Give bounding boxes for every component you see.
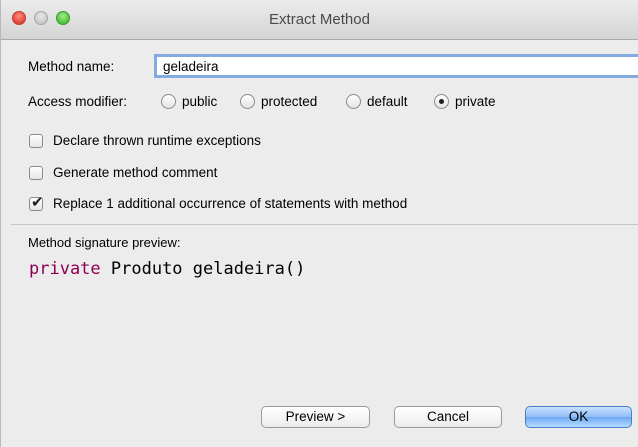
method-name-input[interactable] bbox=[154, 54, 638, 78]
ok-button[interactable]: OK bbox=[525, 406, 632, 428]
cancel-button[interactable]: Cancel bbox=[394, 406, 502, 428]
radio-default[interactable] bbox=[346, 94, 361, 109]
signature-preview: private Produto geladeira() bbox=[29, 259, 305, 279]
method-name-label: Method name: bbox=[28, 59, 115, 74]
declare-exceptions-checkbox[interactable] bbox=[29, 134, 43, 148]
signature-text: Produto geladeira() bbox=[100, 259, 306, 279]
radio-label-default: default bbox=[367, 94, 408, 109]
declare-exceptions-label: Declare thrown runtime exceptions bbox=[53, 133, 261, 148]
title-bar: Extract Method bbox=[1, 0, 638, 40]
radio-label-public: public bbox=[182, 94, 218, 109]
generate-comment-checkbox[interactable] bbox=[29, 166, 43, 180]
replace-occurrences-label: Replace 1 additional occurrence of state… bbox=[53, 196, 408, 211]
extract-method-dialog: Extract Method Method name: Access modif… bbox=[0, 0, 638, 447]
replace-occurrences-checkbox[interactable] bbox=[29, 193, 44, 211]
radio-protected[interactable] bbox=[240, 94, 255, 109]
section-divider bbox=[11, 224, 638, 225]
access-modifier-label: Access modifier: bbox=[28, 94, 128, 109]
generate-comment-label: Generate method comment bbox=[53, 165, 218, 180]
radio-private[interactable] bbox=[434, 94, 449, 109]
radio-public[interactable] bbox=[161, 94, 176, 109]
window-title: Extract Method bbox=[269, 11, 370, 28]
signature-keyword: private bbox=[29, 259, 101, 279]
radio-label-private: private bbox=[455, 94, 496, 109]
preview-button[interactable]: Preview > bbox=[261, 406, 370, 428]
radio-label-protected: protected bbox=[261, 94, 318, 109]
signature-preview-label: Method signature preview: bbox=[28, 235, 181, 250]
